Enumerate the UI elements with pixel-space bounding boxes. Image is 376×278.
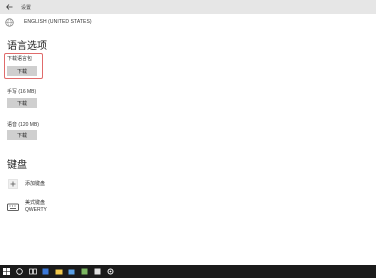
task-view-icon[interactable]	[26, 265, 39, 278]
add-keyboard-button[interactable]: 添加键盘	[7, 178, 45, 190]
search-icon[interactable]	[13, 265, 26, 278]
back-button[interactable]	[3, 0, 15, 14]
language-pack-label: 下载语言包	[7, 56, 33, 62]
file-explorer-icon[interactable]	[52, 265, 65, 278]
language-name: ENGLISH (UNITED STATES)	[24, 19, 92, 25]
download-handwriting-button[interactable]: 下载	[7, 98, 37, 108]
settings-icon[interactable]	[104, 265, 117, 278]
speech-label: 语音 (120 MB)	[7, 122, 39, 128]
app-icon-2[interactable]	[91, 265, 104, 278]
keyboard-name: 美式键盘	[25, 200, 46, 206]
download-speech-button[interactable]: 下载	[7, 130, 37, 140]
edge-icon[interactable]	[39, 265, 52, 278]
keyboard-layout: QWERTY	[25, 207, 47, 213]
keyboard-heading: 键盘	[7, 160, 27, 171]
taskbar	[0, 265, 376, 278]
keyboard-icon	[7, 201, 19, 213]
language-header: ENGLISH (UNITED STATES)	[3, 14, 376, 30]
windows-start-icon[interactable]	[0, 265, 13, 278]
handwriting-label: 手写 (16 MB)	[7, 89, 37, 95]
keyboard-entry-text: 美式键盘 QWERTY	[25, 200, 47, 214]
window-title: 设置	[21, 4, 32, 11]
plus-icon	[7, 178, 19, 190]
back-arrow-icon	[5, 4, 12, 10]
app-icon[interactable]	[78, 265, 91, 278]
keyboard-entry[interactable]: 美式键盘 QWERTY	[7, 200, 47, 214]
store-icon[interactable]	[65, 265, 78, 278]
add-keyboard-label: 添加键盘	[25, 180, 46, 187]
language-options-heading: 语言选项	[7, 41, 47, 52]
window-titlebar: 设置	[0, 0, 376, 14]
globe-icon	[5, 17, 14, 27]
download-language-pack-button[interactable]: 下载	[7, 66, 37, 76]
